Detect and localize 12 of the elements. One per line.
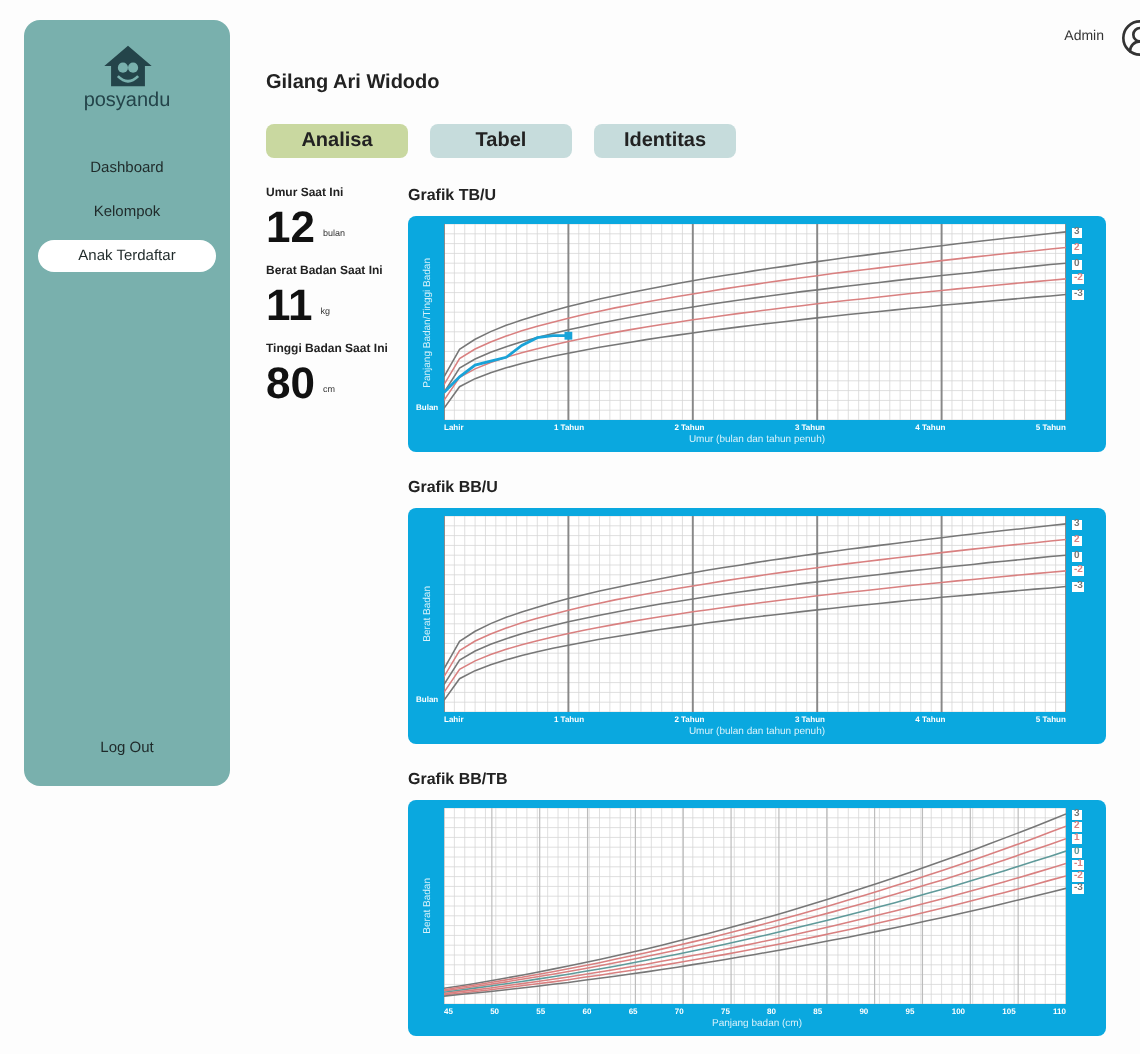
tab[interactable]: Analisa <box>266 124 408 158</box>
chart-title: Grafik BB/U <box>408 476 500 500</box>
chart-title: Grafik TB/U <box>408 184 499 208</box>
logo-icon <box>101 44 153 88</box>
stat-value: 80 <box>266 360 315 408</box>
stat-value: 11 <box>266 282 313 330</box>
tab[interactable]: Tabel <box>430 124 572 158</box>
page-title: Gilang Ari Widodo <box>266 70 442 98</box>
chart-title: Grafik BB/TB <box>408 768 510 792</box>
brand-name: posyandu <box>83 92 171 112</box>
stat-value: 12 <box>266 204 315 252</box>
tab[interactable]: Identitas <box>594 124 736 158</box>
